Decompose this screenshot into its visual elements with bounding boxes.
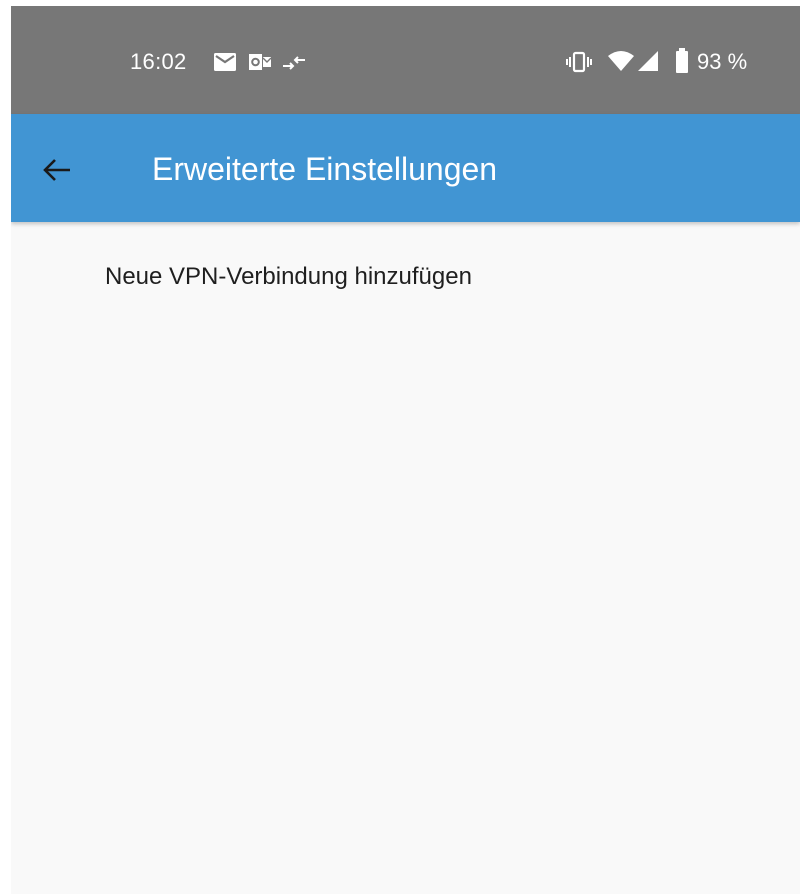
wifi-icon [608,51,634,71]
battery-icon [676,48,688,73]
outlook-icon [249,54,272,70]
battery-percentage: 93 % [697,49,748,74]
status-time: 16:02 [130,49,187,74]
screen: 16:02 93 % Erweiterte Einstellungen Neue… [11,6,800,894]
page-title: Erweiterte Einstellungen [152,151,498,187]
back-button[interactable] [37,150,77,190]
list-item-label: Neue VPN-Verbindung hinzufügen [105,263,472,290]
arrow-back-icon [43,159,70,181]
vibrate-icon [566,51,592,73]
data-transfer-icon [283,56,305,70]
status-bar: 16:02 93 % [11,6,800,114]
cellular-signal-icon [638,51,658,71]
mail-icon [214,53,236,71]
app-bar: Erweiterte Einstellungen [11,114,800,222]
add-vpn-connection-item[interactable]: Neue VPN-Verbindung hinzufügen [11,246,800,306]
